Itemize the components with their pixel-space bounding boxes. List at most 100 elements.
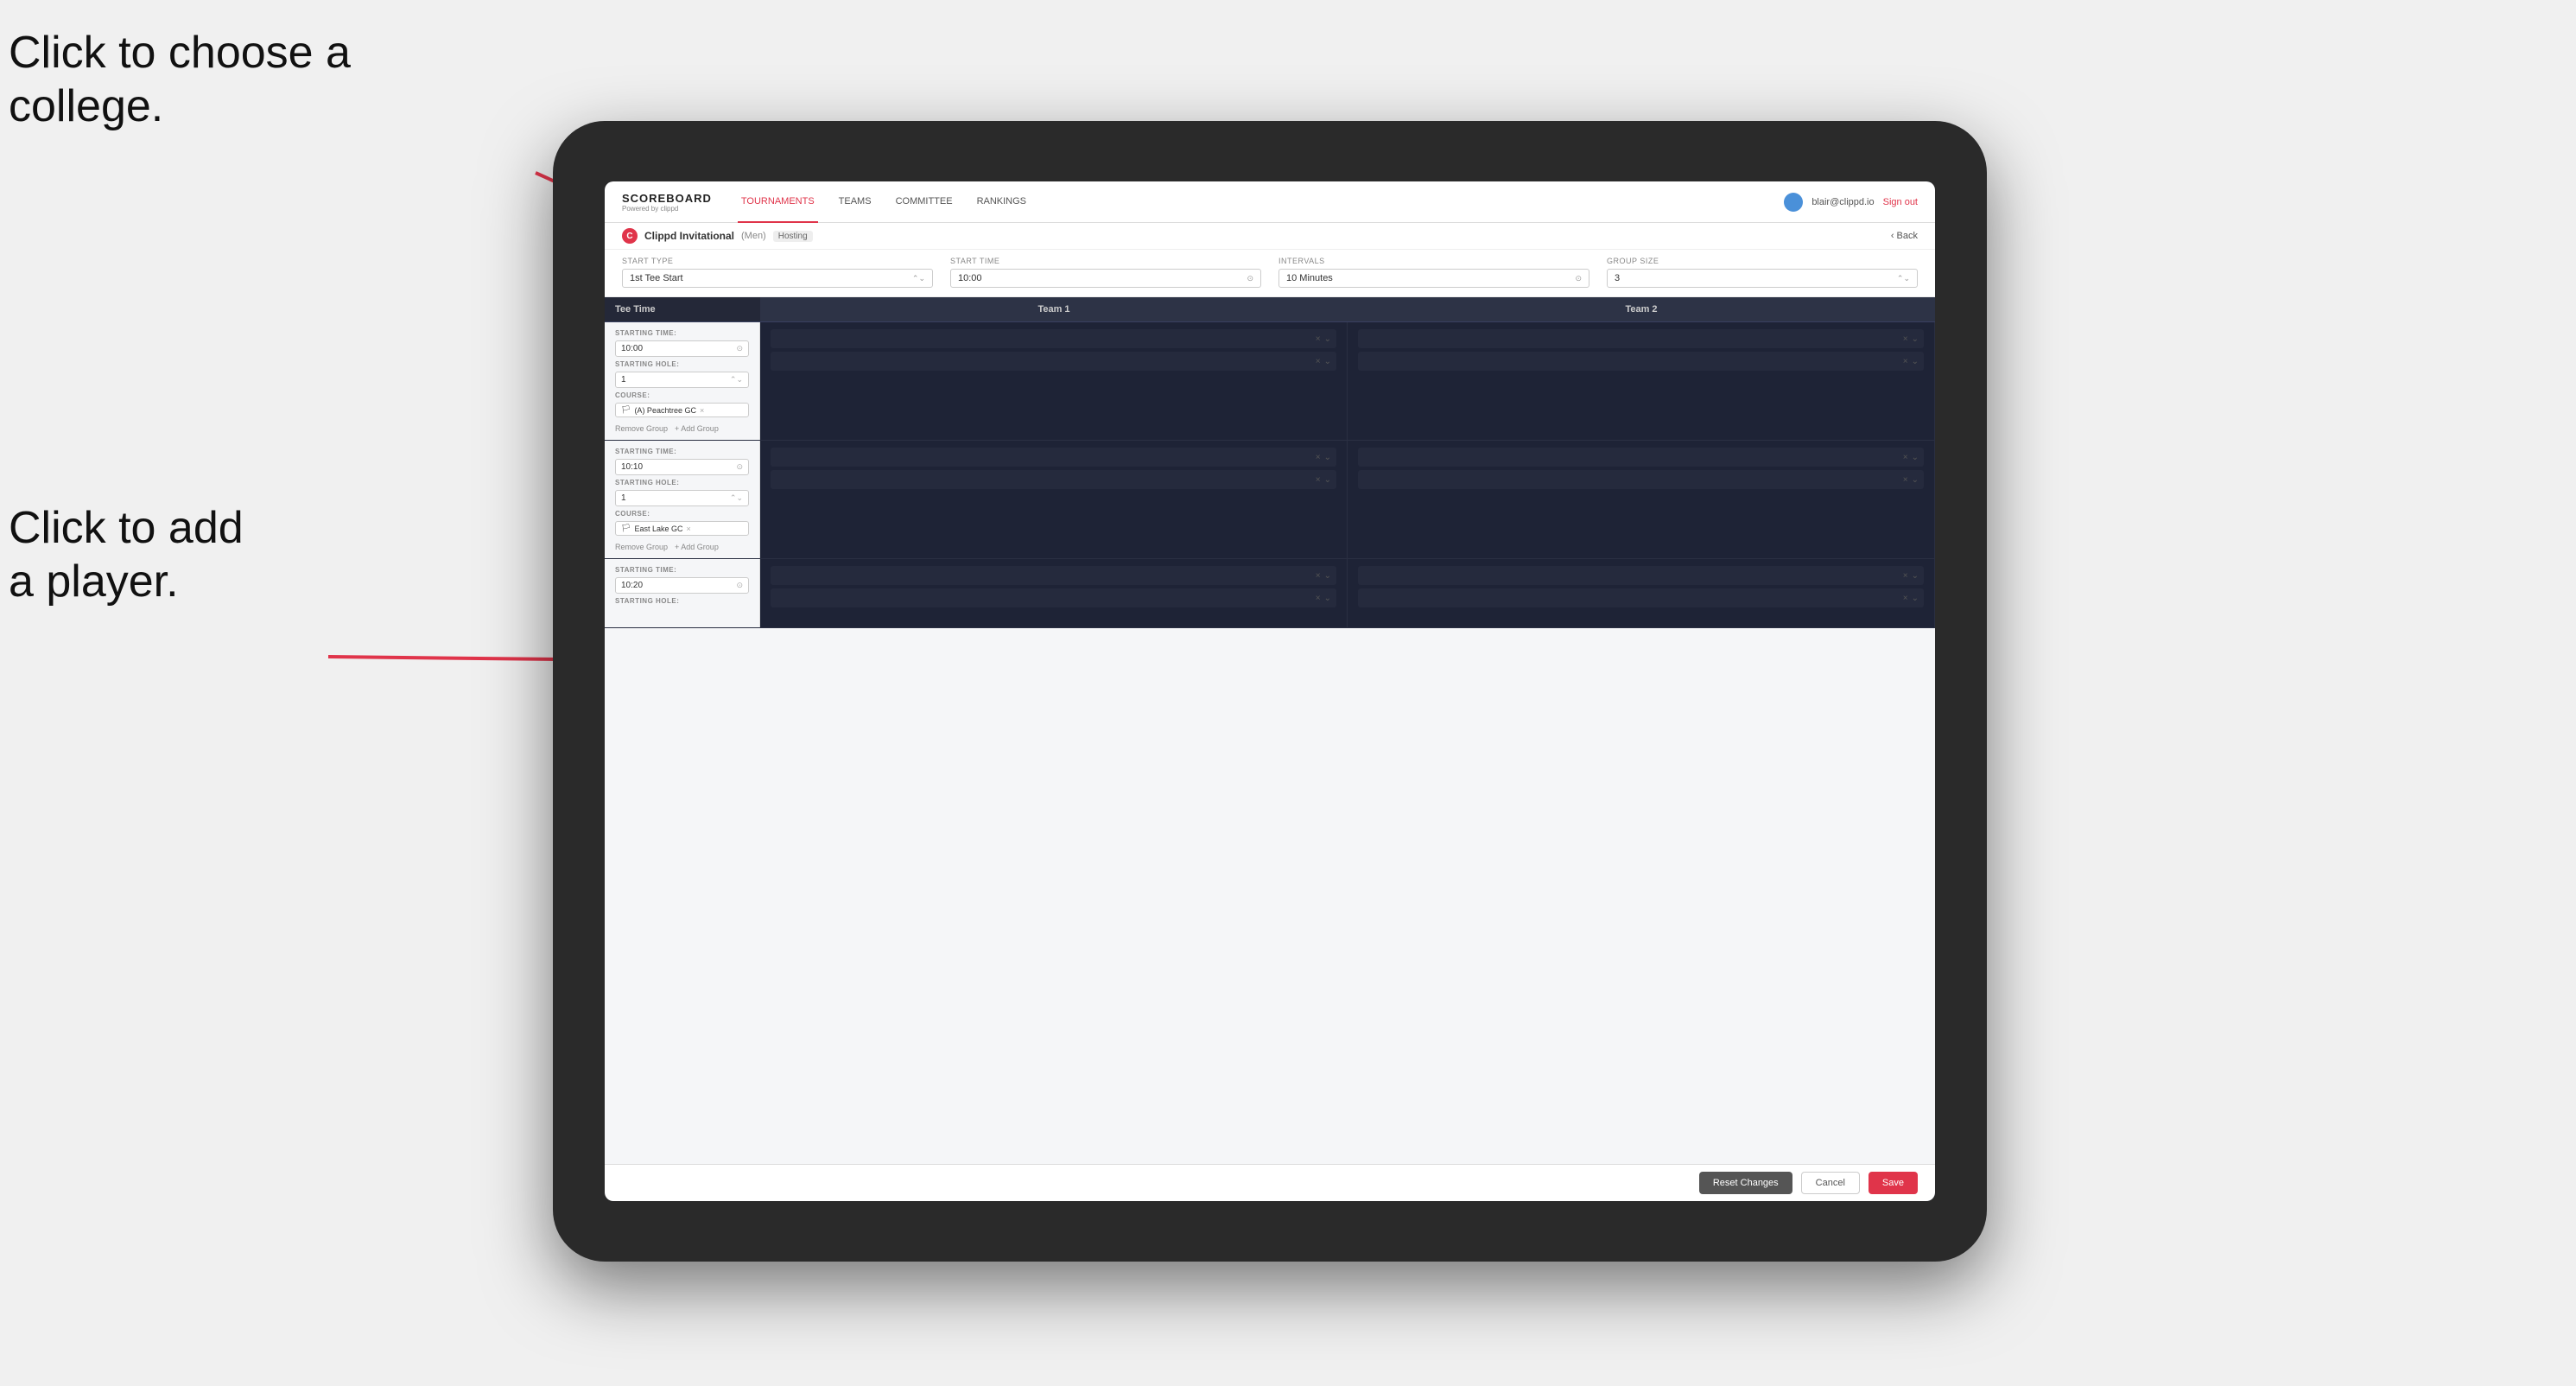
starting-time-input-3[interactable]: 10:20 ⊙ [615, 577, 749, 594]
back-button[interactable]: ‹ Back [1891, 231, 1918, 241]
player-x-icon[interactable]: × [1903, 571, 1908, 581]
group-size-label: Group Size [1607, 257, 1918, 265]
player-x-icon[interactable]: × [1316, 357, 1321, 366]
player-slot[interactable]: × ⌄ [1358, 448, 1924, 467]
player-slot[interactable]: × ⌄ [771, 352, 1336, 371]
course-tag-2[interactable]: 🏳 East Lake GC × [615, 521, 749, 536]
course-tag-1[interactable]: 🏳 (A) Peachtree GC × [615, 403, 749, 417]
team1-cell-1: × ⌄ × ⌄ [760, 322, 1348, 440]
sign-out-link[interactable]: Sign out [1883, 197, 1918, 207]
group-size-select[interactable]: 3 ⌃⌄ [1607, 269, 1918, 288]
player-x-icon[interactable]: × [1903, 475, 1908, 485]
starting-time-input-2[interactable]: 10:10 ⊙ [615, 459, 749, 475]
intervals-select[interactable]: 10 Minutes ⊙ [1278, 269, 1589, 288]
nav-committee[interactable]: COMMITTEE [892, 181, 956, 223]
user-avatar [1784, 193, 1803, 212]
starting-time-label-1: STARTING TIME: [615, 329, 749, 337]
nav-tournaments[interactable]: TOURNAMENTS [738, 181, 818, 223]
player-chevron-icon[interactable]: ⌄ [1324, 334, 1331, 344]
player-x-icon[interactable]: × [1316, 571, 1321, 581]
course-remove-1[interactable]: × [700, 406, 704, 415]
nav-bar: SCOREBOARD Powered by clippd TOURNAMENTS… [605, 181, 1935, 223]
group-size-chevron: ⌃⌄ [1897, 274, 1910, 283]
player-slot[interactable]: × ⌄ [1358, 588, 1924, 607]
tablet-frame: SCOREBOARD Powered by clippd TOURNAMENTS… [553, 121, 1987, 1262]
player-slot[interactable]: × ⌄ [1358, 329, 1924, 348]
remove-group-btn-1[interactable]: Remove Group [615, 424, 668, 433]
player-chevron-icon[interactable]: ⌄ [1912, 594, 1919, 603]
start-type-label: Start Type [622, 257, 933, 265]
course-label-1: COURSE: [615, 391, 749, 399]
starting-time-input-1[interactable]: 10:00 ⊙ [615, 340, 749, 357]
player-chevron-icon[interactable]: ⌄ [1912, 571, 1919, 581]
starting-hole-label-1: STARTING HOLE: [615, 360, 749, 368]
player-chevron-icon[interactable]: ⌄ [1912, 357, 1919, 366]
player-chevron-icon[interactable]: ⌄ [1912, 334, 1919, 344]
player-slot[interactable]: × ⌄ [771, 588, 1336, 607]
th-team1: Team 1 [760, 297, 1348, 321]
remove-group-btn-2[interactable]: Remove Group [615, 543, 668, 551]
tournament-name: Clippd Invitational [644, 230, 734, 242]
brand-sub: Powered by clippd [622, 205, 712, 213]
nav-rankings[interactable]: RANKINGS [974, 181, 1030, 223]
time-icon-3: ⊙ [736, 581, 743, 590]
intervals-value: 10 Minutes [1286, 273, 1333, 283]
player-chevron-icon[interactable]: ⌄ [1324, 594, 1331, 603]
player-x-icon[interactable]: × [1903, 453, 1908, 462]
nav-right: blair@clippd.io Sign out [1784, 193, 1918, 212]
player-chevron-icon[interactable]: ⌄ [1912, 475, 1919, 485]
player-slot[interactable]: × ⌄ [1358, 470, 1924, 489]
tournament-logo: C [622, 228, 638, 244]
sub-header-left: C Clippd Invitational (Men) Hosting [622, 228, 813, 244]
starting-hole-input-1[interactable]: 1 ⌃⌄ [615, 372, 749, 388]
team2-cell-2: × ⌄ × ⌄ [1348, 441, 1935, 558]
start-type-select[interactable]: 1st Tee Start ⌃⌄ [622, 269, 933, 288]
team1-cell-2: × ⌄ × ⌄ [760, 441, 1348, 558]
course-flag-1: 🏳 [621, 405, 631, 415]
course-remove-2[interactable]: × [686, 525, 690, 533]
add-group-btn-2[interactable]: + Add Group [675, 543, 719, 551]
starting-hole-label-2: STARTING HOLE: [615, 479, 749, 486]
player-chevron-icon[interactable]: ⌄ [1912, 453, 1919, 462]
player-chevron-icon[interactable]: ⌄ [1324, 453, 1331, 462]
intervals-icon: ⊙ [1575, 274, 1582, 283]
nav-teams[interactable]: TEAMS [835, 181, 875, 223]
brand-title: SCOREBOARD [622, 192, 712, 205]
table-header: Tee Time Team 1 Team 2 [605, 297, 1935, 322]
add-group-btn-1[interactable]: + Add Group [675, 424, 719, 433]
player-chevron-icon[interactable]: ⌄ [1324, 357, 1331, 366]
player-x-icon[interactable]: × [1316, 475, 1321, 485]
player-slot[interactable]: × ⌄ [1358, 566, 1924, 585]
player-chevron-icon[interactable]: ⌄ [1324, 475, 1331, 485]
brand: SCOREBOARD Powered by clippd [622, 192, 712, 213]
player-slot[interactable]: × ⌄ [771, 566, 1336, 585]
player-chevron-icon[interactable]: ⌄ [1324, 571, 1331, 581]
player-x-icon[interactable]: × [1903, 594, 1908, 603]
start-type-group: Start Type 1st Tee Start ⌃⌄ [622, 257, 933, 288]
player-x-icon[interactable]: × [1316, 453, 1321, 462]
start-type-value: 1st Tee Start [630, 273, 683, 283]
player-slot[interactable]: × ⌄ [771, 448, 1336, 467]
player-x-icon[interactable]: × [1903, 357, 1908, 366]
th-team2: Team 2 [1348, 297, 1935, 321]
player-slot[interactable]: × ⌄ [1358, 352, 1924, 371]
starting-hole-label-3: STARTING HOLE: [615, 597, 749, 605]
player-x-icon[interactable]: × [1316, 594, 1321, 603]
save-button[interactable]: Save [1869, 1172, 1918, 1194]
group-size-group: Group Size 3 ⌃⌄ [1607, 257, 1918, 288]
start-time-select[interactable]: 10:00 ⊙ [950, 269, 1261, 288]
player-slot[interactable]: × ⌄ [771, 470, 1336, 489]
player-x-icon[interactable]: × [1316, 334, 1321, 344]
player-x-icon[interactable]: × [1903, 334, 1908, 344]
hole-chevron-2: ⌃⌄ [730, 493, 743, 503]
group-size-value: 3 [1615, 273, 1620, 283]
reset-button[interactable]: Reset Changes [1699, 1172, 1792, 1194]
player-slot[interactable]: × ⌄ [771, 329, 1336, 348]
group-row: STARTING TIME: 10:20 ⊙ STARTING HOLE: × … [605, 559, 1935, 628]
cancel-button[interactable]: Cancel [1801, 1172, 1860, 1194]
starting-hole-input-2[interactable]: 1 ⌃⌄ [615, 490, 749, 506]
course-name-1: (A) Peachtree GC [634, 406, 696, 415]
team1-cell-3: × ⌄ × ⌄ [760, 559, 1348, 627]
course-label-2: COURSE: [615, 510, 749, 518]
time-icon-1: ⊙ [736, 344, 743, 353]
